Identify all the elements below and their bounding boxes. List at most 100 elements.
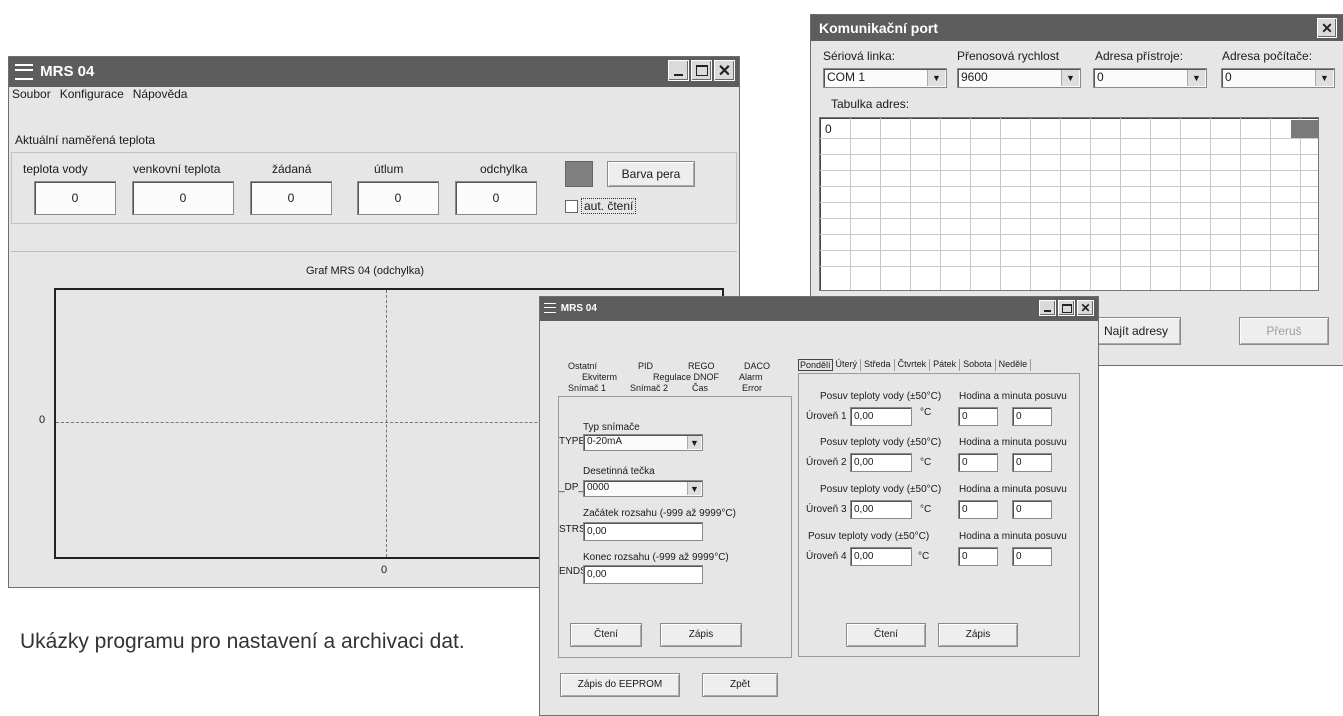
- menu-napoveda[interactable]: Nápověda: [133, 87, 188, 105]
- comm-window-controls: ✕: [1317, 18, 1337, 38]
- value-odchylka: 0: [455, 181, 537, 215]
- menu-konfigurace[interactable]: Konfigurace: [60, 87, 124, 105]
- label-device-address: Adresa přístroje:: [1095, 49, 1184, 63]
- menu-bar: Soubor Konfigurace Nápověda: [12, 87, 187, 105]
- close-icon[interactable]: ✕: [1317, 18, 1337, 38]
- range-start-caption: Začátek rozsahu (-999 až 9999°C): [583, 508, 736, 519]
- level-4-value-input[interactable]: 0,00: [850, 547, 912, 566]
- settings-window-controls: ✕: [1039, 300, 1094, 316]
- level-4-hour-input[interactable]: 0: [958, 547, 998, 566]
- tab-patek[interactable]: Pátek: [933, 359, 961, 371]
- main-window-controls: ✕: [668, 60, 735, 81]
- level-2-minute-input[interactable]: 0: [1012, 453, 1052, 472]
- tab-regulace-dnof[interactable]: Regulace DNOF: [653, 372, 719, 382]
- tab-ctvrtek[interactable]: Čtvrtek: [898, 359, 931, 371]
- graph-gridline-vertical: [386, 290, 387, 557]
- value-zadana: 0: [250, 181, 332, 215]
- level-1-unit: °C: [920, 407, 932, 418]
- level-3-hour-input[interactable]: 0: [958, 500, 998, 519]
- level-1-value-input[interactable]: 0,00: [850, 407, 912, 426]
- level-1-hour-input[interactable]: 0: [958, 407, 998, 426]
- label-teplota-vody: teplota vody: [23, 162, 88, 176]
- section-title: Aktuální naměřená teplota: [15, 133, 156, 147]
- pen-color-button[interactable]: Barva pera: [607, 161, 695, 187]
- left-read-button[interactable]: Čtení: [570, 623, 642, 647]
- chevron-down-icon[interactable]: ▼: [1315, 70, 1333, 86]
- tab-snimac-1[interactable]: Snímač 1: [568, 383, 606, 393]
- level-2-label: Úroveň 2: [806, 457, 847, 468]
- sensor-type-select[interactable]: 0-20mA ▼: [583, 434, 703, 451]
- maximize-icon[interactable]: [1058, 300, 1075, 316]
- tab-utery[interactable]: Úterý: [836, 359, 862, 371]
- window-menu-icon[interactable]: [15, 64, 33, 81]
- settings-titlebar[interactable]: MRS 04 ✕: [540, 297, 1098, 321]
- device-address-select[interactable]: 0 ▼: [1093, 68, 1207, 88]
- level-1-label: Úroveň 1: [806, 411, 847, 422]
- right-read-button[interactable]: Čtení: [846, 623, 926, 647]
- baud-rate-select[interactable]: 9600 ▼: [957, 68, 1081, 88]
- address-table-first-cell: 0: [825, 122, 832, 136]
- label-computer-address: Adresa počítače:: [1222, 49, 1313, 63]
- menu-soubor[interactable]: Soubor: [12, 87, 51, 105]
- tab-streda[interactable]: Středa: [864, 359, 895, 371]
- decimal-point-select[interactable]: 0000 ▼: [583, 480, 703, 497]
- auto-read-checkbox[interactable]: [565, 200, 578, 213]
- level-3-unit: °C: [920, 504, 932, 515]
- auto-read-label: aut. čtení: [581, 198, 637, 214]
- level-2-value-input[interactable]: 0,00: [850, 453, 912, 472]
- tab-cas[interactable]: Čas: [692, 383, 708, 393]
- decimal-point-caption: Desetinná tečka: [583, 466, 655, 477]
- address-table-label: Tabulka adres:: [831, 97, 910, 111]
- level-4-minute-input[interactable]: 0: [1012, 547, 1052, 566]
- tab-nedele[interactable]: Neděle: [999, 359, 1032, 371]
- left-write-button[interactable]: Zápis: [660, 623, 742, 647]
- level-3-value-input[interactable]: 0,00: [850, 500, 912, 519]
- tab-error[interactable]: Error: [742, 383, 762, 393]
- minimize-icon[interactable]: [668, 60, 689, 81]
- close-icon[interactable]: ✕: [714, 60, 735, 81]
- level-2-hour-input[interactable]: 0: [958, 453, 998, 472]
- chevron-down-icon[interactable]: ▼: [1061, 70, 1079, 86]
- range-start-tag: STRS: [559, 524, 586, 535]
- window-menu-icon[interactable]: [544, 303, 556, 314]
- tab-rego[interactable]: REGO: [688, 361, 715, 371]
- close-icon[interactable]: ✕: [1077, 300, 1094, 316]
- write-eeprom-button[interactable]: Zápis do EEPROM: [560, 673, 680, 697]
- chevron-down-icon[interactable]: ▼: [687, 436, 701, 449]
- range-start-input[interactable]: 0,00: [583, 522, 703, 541]
- decimal-point-tag: _DP_: [559, 482, 585, 493]
- serial-line-select[interactable]: COM 1 ▼: [823, 68, 947, 88]
- tab-snimac-2[interactable]: Snímač 2: [630, 383, 668, 393]
- level-3-time-caption: Hodina a minuta posuvu: [959, 484, 1067, 495]
- tab-daco[interactable]: DACO: [744, 361, 770, 371]
- level-1-minute-input[interactable]: 0: [1012, 407, 1052, 426]
- find-addresses-button[interactable]: Najít adresy: [1091, 317, 1181, 345]
- sensor-type-caption: Typ snímače: [583, 422, 640, 433]
- tab-pondeli[interactable]: Pondělí: [798, 359, 833, 371]
- comm-titlebar[interactable]: Komunikační port ✕: [811, 15, 1343, 41]
- image-caption: Ukázky programu pro nastavení a archivac…: [20, 630, 465, 653]
- tab-sobota[interactable]: Sobota: [963, 359, 996, 371]
- minimize-icon[interactable]: [1039, 300, 1056, 316]
- tab-ekviterm[interactable]: Ekviterm: [582, 372, 617, 382]
- level-3-minute-input[interactable]: 0: [1012, 500, 1052, 519]
- level-2-shift-caption: Posuv teploty vody (±50°C): [820, 437, 942, 448]
- range-end-input[interactable]: 0,00: [583, 565, 703, 584]
- back-button[interactable]: Zpět: [702, 673, 778, 697]
- tab-alarm[interactable]: Alarm: [739, 372, 763, 382]
- chevron-down-icon[interactable]: ▼: [1187, 70, 1205, 86]
- tab-pid[interactable]: PID: [638, 361, 653, 371]
- computer-address-select[interactable]: 0 ▼: [1221, 68, 1335, 88]
- main-titlebar[interactable]: MRS 04 ✕: [9, 57, 739, 87]
- chevron-down-icon[interactable]: ▼: [927, 70, 945, 86]
- address-table: 0: [819, 117, 1319, 291]
- stop-button[interactable]: Přeruš: [1239, 317, 1329, 345]
- chevron-down-icon[interactable]: ▼: [687, 482, 701, 495]
- day-tabs: Pondělí Úterý Středa Čtvrtek Pátek Sobot…: [798, 359, 1032, 371]
- tab-ostatni[interactable]: Ostatní: [568, 361, 597, 371]
- pen-color-swatch[interactable]: [565, 161, 593, 187]
- value-teplota-vody: 0: [34, 181, 116, 215]
- level-2-unit: °C: [920, 457, 932, 468]
- right-write-button[interactable]: Zápis: [938, 623, 1018, 647]
- maximize-icon[interactable]: [691, 60, 712, 81]
